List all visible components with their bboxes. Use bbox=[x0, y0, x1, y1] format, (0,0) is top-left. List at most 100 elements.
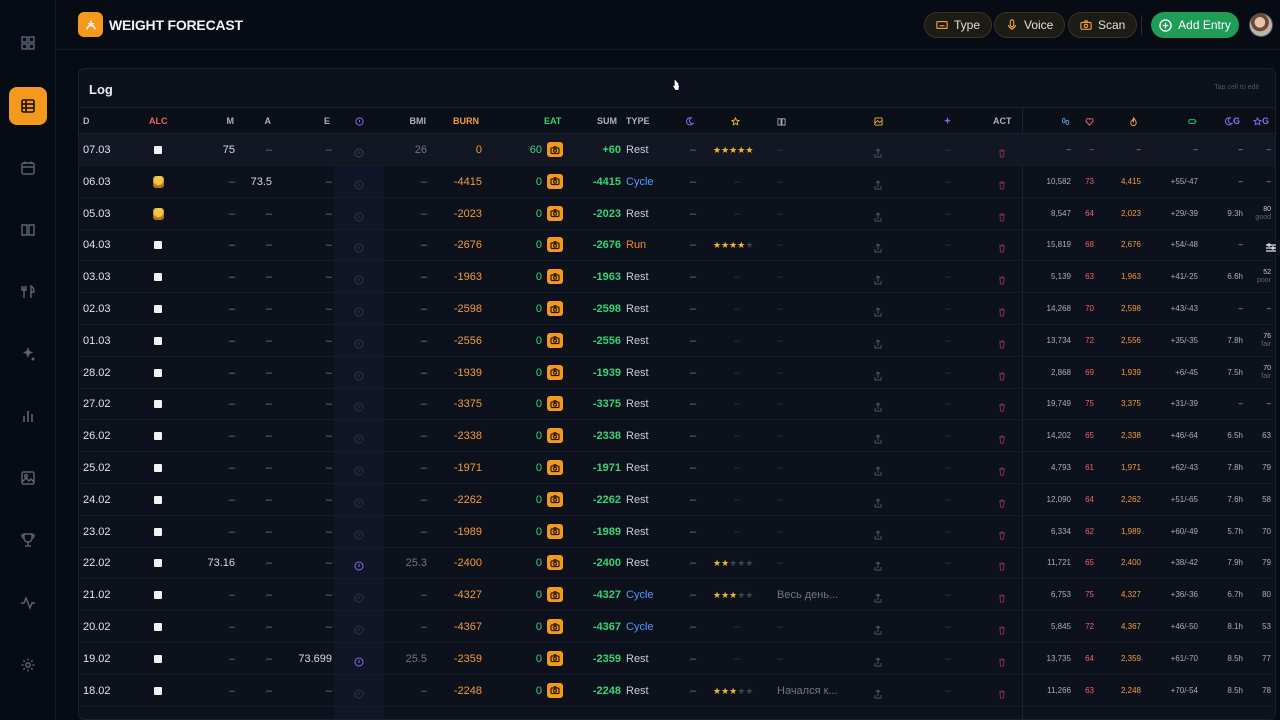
sleep-score-cell[interactable]: 53 bbox=[1245, 611, 1271, 643]
afternoon-weight-cell[interactable]: – bbox=[229, 134, 272, 166]
scan-button[interactable]: Scan bbox=[1068, 12, 1138, 38]
sleep-hours-cell[interactable]: 5.7h bbox=[1209, 516, 1243, 548]
afternoon-weight-cell[interactable]: – bbox=[229, 579, 272, 611]
camera-icon[interactable] bbox=[547, 555, 563, 571]
burn-cell[interactable]: -4415 bbox=[429, 166, 482, 198]
table-row[interactable]: 07.03 75– –26 0 60 +60 Rest – ★★★★★ – – – – – – – – bbox=[79, 134, 1275, 166]
steps-cell[interactable]: 4,793 bbox=[1029, 452, 1071, 484]
star-icon[interactable]: ★ bbox=[721, 145, 729, 155]
activity-type-cell[interactable]: Rest bbox=[626, 643, 649, 675]
battery-balance-cell[interactable]: – bbox=[1154, 134, 1198, 166]
battery-balance-cell[interactable]: +35/-35 bbox=[1154, 325, 1198, 357]
header-act[interactable]: ACT bbox=[993, 108, 1012, 135]
rating-empty[interactable]: – bbox=[734, 484, 740, 516]
delete-trash-icon[interactable] bbox=[997, 463, 1007, 476]
date-cell[interactable]: 26.02 bbox=[83, 420, 111, 452]
table-row[interactable]: 03.03– – – – -1963 0 -1963 Rest – – – –5,139 63 1,963… bbox=[79, 261, 1275, 294]
header-steps-icon[interactable] bbox=[1061, 108, 1070, 135]
heart-rate-cell[interactable]: 65 bbox=[1074, 420, 1094, 452]
calories-cell[interactable]: 2,338 bbox=[1109, 420, 1141, 452]
sum-cell[interactable]: -1989 bbox=[569, 516, 621, 548]
camera-icon[interactable] bbox=[547, 428, 563, 444]
delete-trash-icon[interactable] bbox=[997, 495, 1007, 508]
battery-balance-cell[interactable]: +36/-36 bbox=[1154, 579, 1198, 611]
table-row[interactable]: 26.02– – – – -2338 0 -2338 Rest – – – –14,202 65 2,33… bbox=[79, 420, 1275, 453]
date-cell[interactable]: 20.02 bbox=[83, 611, 111, 643]
sum-cell[interactable]: +60 bbox=[569, 134, 621, 166]
header-sleep-moon-icon[interactable] bbox=[685, 108, 695, 135]
star-icon[interactable]: ★ bbox=[745, 145, 753, 155]
ai-cell[interactable]: – bbox=[945, 229, 951, 261]
activity-type-cell[interactable]: Rest bbox=[626, 134, 649, 166]
share-icon[interactable] bbox=[873, 145, 883, 158]
bmi-cell[interactable]: 26 bbox=[379, 134, 427, 166]
sleep-hours-cell[interactable]: 8.1h bbox=[1209, 611, 1243, 643]
bmi-cell[interactable]: – bbox=[379, 484, 427, 516]
activity-type-cell[interactable]: Rest bbox=[626, 675, 649, 707]
heart-rate-cell[interactable]: 75 bbox=[1074, 388, 1094, 420]
sleep-cell[interactable]: – bbox=[690, 134, 696, 166]
sleep-score-cell[interactable]: 77 bbox=[1245, 643, 1271, 675]
eat-cell[interactable]: 0 bbox=[499, 516, 542, 548]
heart-rate-cell[interactable]: 70 bbox=[1074, 293, 1094, 325]
afternoon-weight-cell[interactable]: – bbox=[229, 420, 272, 452]
sum-cell[interactable]: -2359 bbox=[569, 643, 621, 675]
date-cell[interactable]: 23.02 bbox=[83, 516, 111, 548]
activity-type-cell[interactable]: Rest bbox=[626, 420, 649, 452]
header-notes-book-icon[interactable] bbox=[777, 108, 786, 135]
camera-icon[interactable] bbox=[547, 332, 563, 348]
ai-cell[interactable]: – bbox=[945, 516, 951, 548]
battery-balance-cell[interactable]: +31/-39 bbox=[1154, 388, 1198, 420]
row-settings-handle-icon[interactable] bbox=[1262, 240, 1280, 256]
rating-empty[interactable]: – bbox=[734, 452, 740, 484]
burn-cell[interactable]: -2338 bbox=[429, 420, 482, 452]
sleep-hours-cell[interactable]: – bbox=[1209, 134, 1243, 166]
calories-cell[interactable]: 3,375 bbox=[1109, 388, 1141, 420]
activity-type-cell[interactable]: Rest bbox=[626, 547, 649, 579]
rating-empty[interactable]: – bbox=[734, 420, 740, 452]
bmi-cell[interactable]: – bbox=[379, 166, 427, 198]
star-icon[interactable]: ★ bbox=[721, 240, 729, 250]
scale-icon[interactable] bbox=[354, 590, 364, 603]
rating-empty[interactable]: – bbox=[734, 388, 740, 420]
ai-cell[interactable]: – bbox=[945, 198, 951, 230]
sleep-hours-cell[interactable]: 7.6h bbox=[1209, 484, 1243, 516]
note-cell[interactable]: Весь день... bbox=[777, 579, 838, 611]
rating-empty[interactable]: – bbox=[734, 611, 740, 643]
header-heart-icon[interactable] bbox=[1085, 108, 1094, 135]
rating-empty[interactable]: – bbox=[734, 643, 740, 675]
sleep-cell[interactable]: – bbox=[690, 166, 696, 198]
rating-stars[interactable]: ★★★★★ bbox=[713, 579, 753, 611]
alcohol-checkbox[interactable] bbox=[154, 368, 162, 377]
header-date[interactable]: D bbox=[83, 108, 90, 135]
delete-trash-icon[interactable] bbox=[997, 686, 1007, 699]
calories-cell[interactable]: 2,262 bbox=[1109, 484, 1141, 516]
heart-rate-cell[interactable]: 68 bbox=[1074, 229, 1094, 261]
afternoon-weight-cell[interactable]: – bbox=[229, 547, 272, 579]
activity-type-cell[interactable]: Cycle bbox=[626, 166, 654, 198]
activity-type-cell[interactable]: Rest bbox=[626, 516, 649, 548]
activity-icon[interactable] bbox=[9, 584, 47, 622]
star-icon[interactable]: ★ bbox=[745, 590, 753, 600]
ai-cell[interactable]: – bbox=[945, 325, 951, 357]
star-icon[interactable]: ★ bbox=[745, 558, 753, 568]
eat-cell[interactable]: 0 bbox=[499, 611, 542, 643]
table-row[interactable]: 18.02– – – – -2248 0 -2248 Rest – ★★★★★ Начался к.… bbox=[79, 675, 1275, 707]
eat-cell[interactable]: 0 bbox=[499, 579, 542, 611]
scale-icon[interactable] bbox=[354, 463, 364, 476]
ai-cell[interactable]: – bbox=[945, 166, 951, 198]
camera-icon[interactable] bbox=[547, 619, 563, 634]
ai-cell[interactable]: – bbox=[945, 484, 951, 516]
header-bmi[interactable]: BMI bbox=[389, 108, 427, 135]
calories-cell[interactable]: 1,963 bbox=[1109, 261, 1141, 293]
ai-cell[interactable]: – bbox=[945, 420, 951, 452]
heart-rate-cell[interactable]: 65 bbox=[1074, 547, 1094, 579]
bmi-cell[interactable]: – bbox=[379, 420, 427, 452]
star-icon[interactable]: ★ bbox=[713, 686, 721, 696]
header-afternoon[interactable]: A bbox=[239, 108, 272, 135]
afternoon-weight-cell[interactable]: – bbox=[229, 293, 272, 325]
bar-chart-icon[interactable] bbox=[9, 397, 47, 435]
heart-rate-cell[interactable]: 64 bbox=[1074, 198, 1094, 230]
evening-weight-cell[interactable]: – bbox=[279, 611, 332, 643]
sleep-hours-cell[interactable]: – bbox=[1209, 229, 1243, 261]
